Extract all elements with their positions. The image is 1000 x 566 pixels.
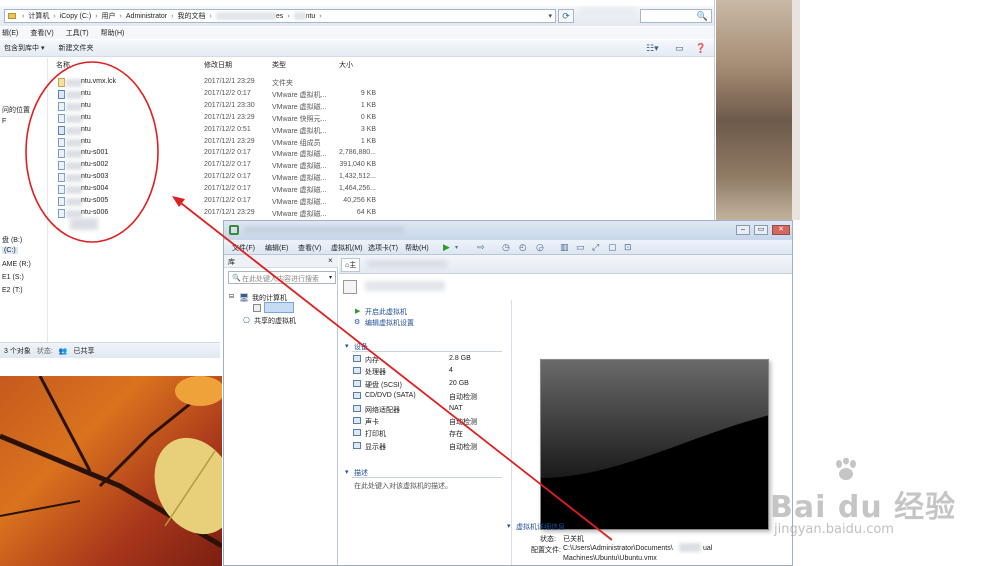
annotation-arrow-line bbox=[176, 199, 613, 541]
baidu-paw-icon bbox=[836, 458, 856, 480]
annotation-circle bbox=[25, 61, 159, 243]
baidu-watermark: Bai du 经验 jingyan.baidu.com bbox=[770, 458, 970, 548]
watermark-url: jingyan.baidu.com bbox=[774, 522, 894, 537]
watermark-brand: Bai du 经验 bbox=[770, 490, 957, 525]
